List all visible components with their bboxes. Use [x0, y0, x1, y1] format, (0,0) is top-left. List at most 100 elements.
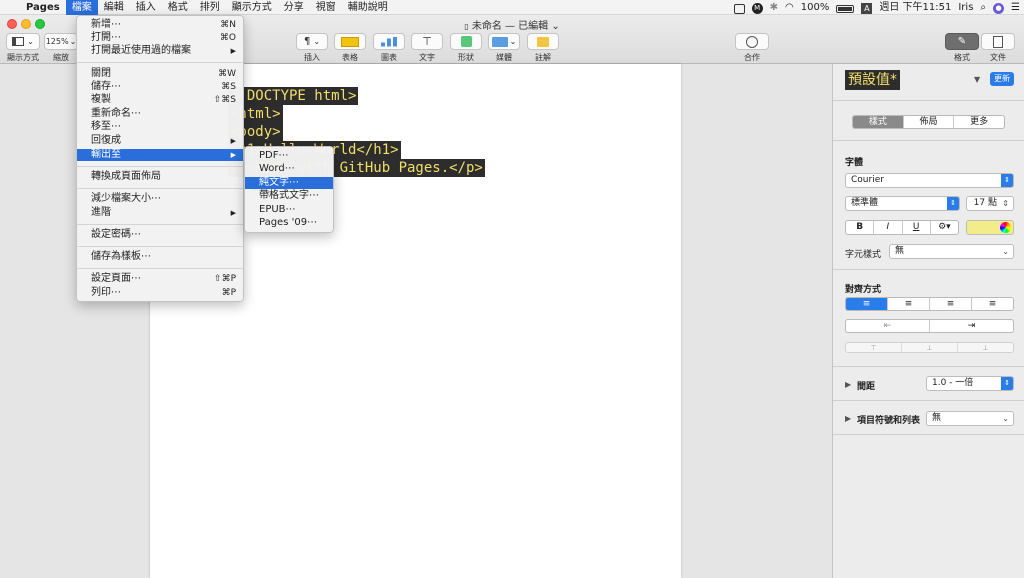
menu-item-print[interactable]: 列印⋯ ⌘P	[77, 287, 243, 299]
collaborate-button[interactable]	[735, 33, 769, 50]
menu-item-export-to[interactable]: 輸出至 ▶	[77, 149, 243, 161]
align-bottom-icon[interactable]: ⊥	[958, 343, 1013, 352]
spacing-value: 1.0 - 一倍	[932, 378, 974, 388]
table-button[interactable]	[334, 33, 366, 50]
menu-insert[interactable]: 插入	[130, 0, 162, 15]
align-left-icon[interactable]: ≡	[846, 298, 888, 310]
code-line[interactable]: <!DOCTYPE html>	[228, 87, 359, 105]
text-style-buttons: B I U ⚙▾	[845, 220, 959, 235]
spacing-popup[interactable]: 1.0 - 一倍 ⇕	[926, 376, 1014, 391]
menu-format[interactable]: 格式	[162, 0, 194, 15]
wifi-icon[interactable]: ◠	[785, 0, 794, 15]
export-pages-09[interactable]: Pages '09⋯	[245, 217, 333, 229]
update-style-button[interactable]: 更新	[990, 72, 1014, 86]
document-button[interactable]	[981, 33, 1015, 50]
align-justify-icon[interactable]: ≡	[972, 298, 1013, 310]
spacing-label: 間距	[857, 382, 876, 392]
apple-menu-icon[interactable]	[0, 0, 20, 15]
paragraph-icon: ¶	[303, 36, 311, 47]
color-wheel-icon[interactable]	[1000, 222, 1011, 233]
italic-button[interactable]: I	[874, 221, 903, 234]
zoom-popup[interactable]: 125% ⌄	[44, 33, 78, 50]
bold-button[interactable]: B	[846, 221, 875, 234]
collaborate-icon	[746, 35, 758, 48]
character-style-popup[interactable]: 無 ⌄	[889, 244, 1014, 259]
menu-share[interactable]: 分享	[278, 0, 310, 15]
font-size-stepper[interactable]: 17 點 ⇕	[966, 196, 1014, 211]
comment-button[interactable]	[527, 33, 559, 50]
disclosure-triangle-icon[interactable]: ▶	[845, 380, 851, 389]
text-box-button[interactable]: ⊤	[411, 33, 443, 50]
style-dropdown-icon[interactable]: ▼	[974, 75, 980, 84]
menu-item-new[interactable]: 新增⋯ ⌘N	[77, 19, 243, 31]
paragraph-style-name[interactable]: 預設值*	[845, 70, 900, 90]
increase-indent-icon[interactable]: ⇥	[930, 320, 1013, 332]
menu-separator	[77, 268, 243, 269]
input-source-icon[interactable]: A	[861, 3, 873, 14]
menu-item-save-as-template[interactable]: 儲存為樣板⋯	[77, 251, 243, 263]
chart-button[interactable]	[373, 33, 405, 50]
comment-icon	[537, 36, 549, 47]
menu-item-move-to[interactable]: 移至⋯	[77, 121, 243, 133]
underline-button[interactable]: U	[903, 221, 931, 234]
format-button[interactable]: ✎	[945, 33, 979, 50]
menu-edit[interactable]: 編輯	[98, 0, 130, 15]
shape-icon	[460, 36, 472, 47]
menu-item-close[interactable]: 關閉 ⌘W	[77, 68, 243, 80]
align-right-icon[interactable]: ≡	[930, 298, 972, 310]
character-style-label: 字元樣式	[845, 250, 882, 260]
title-chevron-icon[interactable]: ⌄	[551, 21, 559, 32]
menu-file[interactable]: 檔案	[65, 0, 98, 15]
menu-item-reduce-file-size[interactable]: 減少檔案大小⋯	[77, 193, 243, 205]
export-epub[interactable]: EPUB⋯	[245, 204, 333, 216]
view-button[interactable]: ⌄	[6, 33, 40, 50]
text-options-gear-button[interactable]: ⚙▾	[931, 221, 958, 234]
export-pdf[interactable]: PDF⋯	[245, 150, 333, 162]
stepper-arrows-icon[interactable]: ⇕	[1002, 197, 1009, 210]
align-middle-icon[interactable]: ⊥	[902, 343, 958, 352]
app-menu[interactable]: Pages	[20, 0, 66, 15]
bluetooth-icon[interactable]: ✱	[770, 0, 778, 15]
menu-arrange[interactable]: 排列	[194, 0, 226, 15]
menu-item-advanced[interactable]: 進階 ▶	[77, 207, 243, 219]
display-icon[interactable]	[733, 3, 745, 14]
clock[interactable]: 週日 下午11:51	[879, 0, 951, 15]
bullets-lists-popup[interactable]: 無 ⌄	[926, 411, 1014, 426]
m-badge-icon[interactable]: M	[751, 3, 763, 14]
font-family-popup[interactable]: Courier ⇕	[845, 173, 1014, 188]
tab-layout[interactable]: 佈局	[904, 116, 955, 128]
menu-item-duplicate[interactable]: 複製 ⇧⌘S	[77, 94, 243, 106]
menu-item-set-password[interactable]: 設定密碼⋯	[77, 229, 243, 241]
shape-button[interactable]	[450, 33, 482, 50]
spotlight-search-icon[interactable]: ⌕	[980, 0, 986, 15]
export-plain-text[interactable]: 純文字⋯	[245, 177, 333, 189]
font-style-popup[interactable]: 標準體 ⇕	[845, 196, 960, 211]
menu-item-open-recent[interactable]: 打開最近使用過的檔案 ▶	[77, 45, 243, 57]
user-name[interactable]: Iris	[958, 0, 973, 15]
menu-view[interactable]: 顯示方式	[226, 0, 278, 15]
menu-item-rename[interactable]: 重新命名⋯	[77, 108, 243, 120]
menu-window[interactable]: 視窗	[310, 0, 342, 15]
siri-icon[interactable]: ●	[993, 3, 1005, 14]
tab-style[interactable]: 樣式	[853, 116, 904, 128]
decrease-indent-icon[interactable]: ⇤	[846, 320, 930, 332]
menu-item-convert-to-page-layout[interactable]: 轉換成頁面佈局	[77, 171, 243, 183]
menu-item-page-setup[interactable]: 設定頁面⋯ ⇧⌘P	[77, 273, 243, 285]
menu-item-open[interactable]: 打開⋯ ⌘O	[77, 32, 243, 44]
menu-help[interactable]: 輔助說明	[342, 0, 394, 15]
notification-center-icon[interactable]: ☰	[1011, 0, 1020, 15]
insert-button[interactable]: ¶ ⌄	[296, 33, 328, 50]
popup-arrows-icon: ⇕	[1001, 377, 1013, 390]
menu-item-save[interactable]: 儲存⋯ ⌘S	[77, 81, 243, 93]
tab-more[interactable]: 更多	[954, 116, 1004, 128]
battery-percent[interactable]: 100%	[801, 0, 830, 15]
align-top-icon[interactable]: ⊤	[846, 343, 902, 352]
document-title[interactable]: 未命名 — 已編輯	[472, 21, 548, 32]
battery-icon[interactable]	[836, 5, 855, 13]
align-center-icon[interactable]: ≡	[888, 298, 930, 310]
export-word[interactable]: Word⋯	[245, 163, 333, 175]
menu-item-revert-to[interactable]: 回復成 ▶	[77, 135, 243, 147]
export-rich-text[interactable]: 帶格式文字⋯	[245, 190, 333, 202]
disclosure-triangle-icon[interactable]: ▶	[845, 414, 851, 423]
media-button[interactable]: ⌄	[488, 33, 520, 50]
